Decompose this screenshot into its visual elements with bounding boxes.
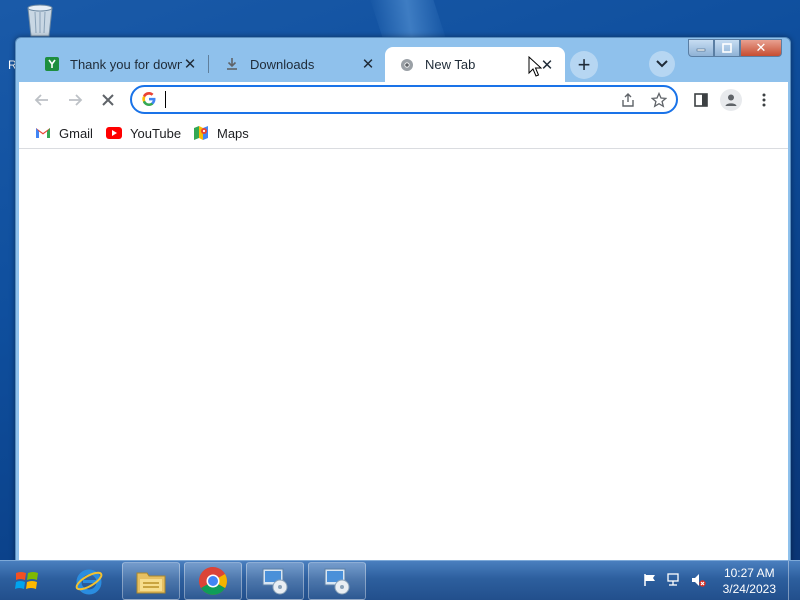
bookmark-label: Maps [217,125,249,141]
download-icon [224,56,240,72]
arrow-left-icon [34,94,48,106]
chrome-icon [199,567,227,595]
windows-logo-icon [15,572,38,589]
stop-loading-button[interactable] [97,89,119,111]
file-explorer-icon [136,572,166,594]
maps-icon [193,125,209,141]
more-vert-icon [762,93,766,107]
window-controls: ✕ [688,39,782,57]
tab-title: New Tab [425,57,476,72]
network-icon[interactable] [666,572,682,588]
back-button[interactable] [31,89,53,111]
side-panel-button[interactable] [690,89,712,111]
taskbar-internet-explorer[interactable] [60,562,118,600]
download-site-icon [44,56,60,72]
clock-time: 10:27 AM [723,566,775,580]
address-bar[interactable] [130,85,678,114]
new-tab-button[interactable]: + [570,51,598,79]
restore-button[interactable] [714,39,740,57]
bookmark-label: Gmail [59,125,93,141]
bookmarks-bar: Gmail YouTube Maps [19,117,788,149]
avatar-icon [725,94,737,106]
taskbar-chrome[interactable] [184,562,242,600]
action-center-flag-icon[interactable] [642,572,658,588]
tab-search-button[interactable] [649,51,675,77]
volume-muted-icon[interactable] [690,572,706,588]
start-button[interactable] [4,562,50,600]
minimize-button[interactable] [688,39,714,57]
close-window-button[interactable]: ✕ [740,39,782,57]
tab-title: Thank you for downl [70,56,182,72]
toolbar [19,82,788,117]
show-desktop-button[interactable] [788,561,800,600]
google-icon [141,91,157,107]
taskbar: 10:27 AM 3/24/2023 [0,560,800,600]
side-panel-icon [694,93,708,107]
share-icon[interactable] [618,90,638,110]
recycle-bin-icon[interactable] [20,2,60,38]
taskbar-file-explorer[interactable] [122,562,180,600]
menu-button[interactable] [753,89,775,111]
tab-separator [208,55,209,73]
tab-downloads[interactable]: Downloads ✕ [210,47,386,81]
browser-window: Thank you for downl ✕ Downloads ✕ New Ta… [15,37,791,563]
bookmark-gmail[interactable]: Gmail [35,123,93,143]
setup-icon [262,568,288,595]
close-icon: ✕ [755,40,767,55]
tab-thank-you[interactable]: Thank you for downl ✕ [30,47,208,81]
close-icon[interactable]: ✕ [360,56,376,73]
arrow-right-icon [69,94,83,106]
internet-explorer-icon [75,569,103,595]
restore-icon [722,43,732,53]
chrome-icon [399,57,415,73]
bookmark-label: YouTube [130,125,182,141]
bookmark-star-icon[interactable] [649,90,669,110]
plus-icon: + [577,52,591,77]
system-tray: 10:27 AM 3/24/2023 [630,561,800,600]
omnibox-input[interactable] [164,89,604,110]
youtube-icon [106,125,122,141]
taskbar-setup-1[interactable] [246,562,304,600]
tab-title: Downloads [250,56,315,72]
close-icon[interactable]: ✕ [182,56,198,73]
minimize-icon [696,48,706,52]
page-content[interactable] [19,149,788,560]
chevron-down-icon [656,60,668,68]
mouse-cursor-icon [528,55,543,78]
bookmark-maps[interactable]: Maps [193,123,249,143]
gmail-icon [35,125,51,141]
text-caret [165,91,166,108]
close-icon [102,94,114,106]
setup-icon [324,568,350,595]
profile-button[interactable] [720,89,742,111]
taskbar-setup-2[interactable] [308,562,366,600]
clock[interactable]: 10:27 AM 3/24/2023 [723,565,776,597]
forward-button[interactable] [64,89,86,111]
clock-date: 3/24/2023 [722,582,776,596]
tab-strip: Thank you for downl ✕ Downloads ✕ New Ta… [16,38,790,82]
bookmark-youtube[interactable]: YouTube [106,123,181,143]
